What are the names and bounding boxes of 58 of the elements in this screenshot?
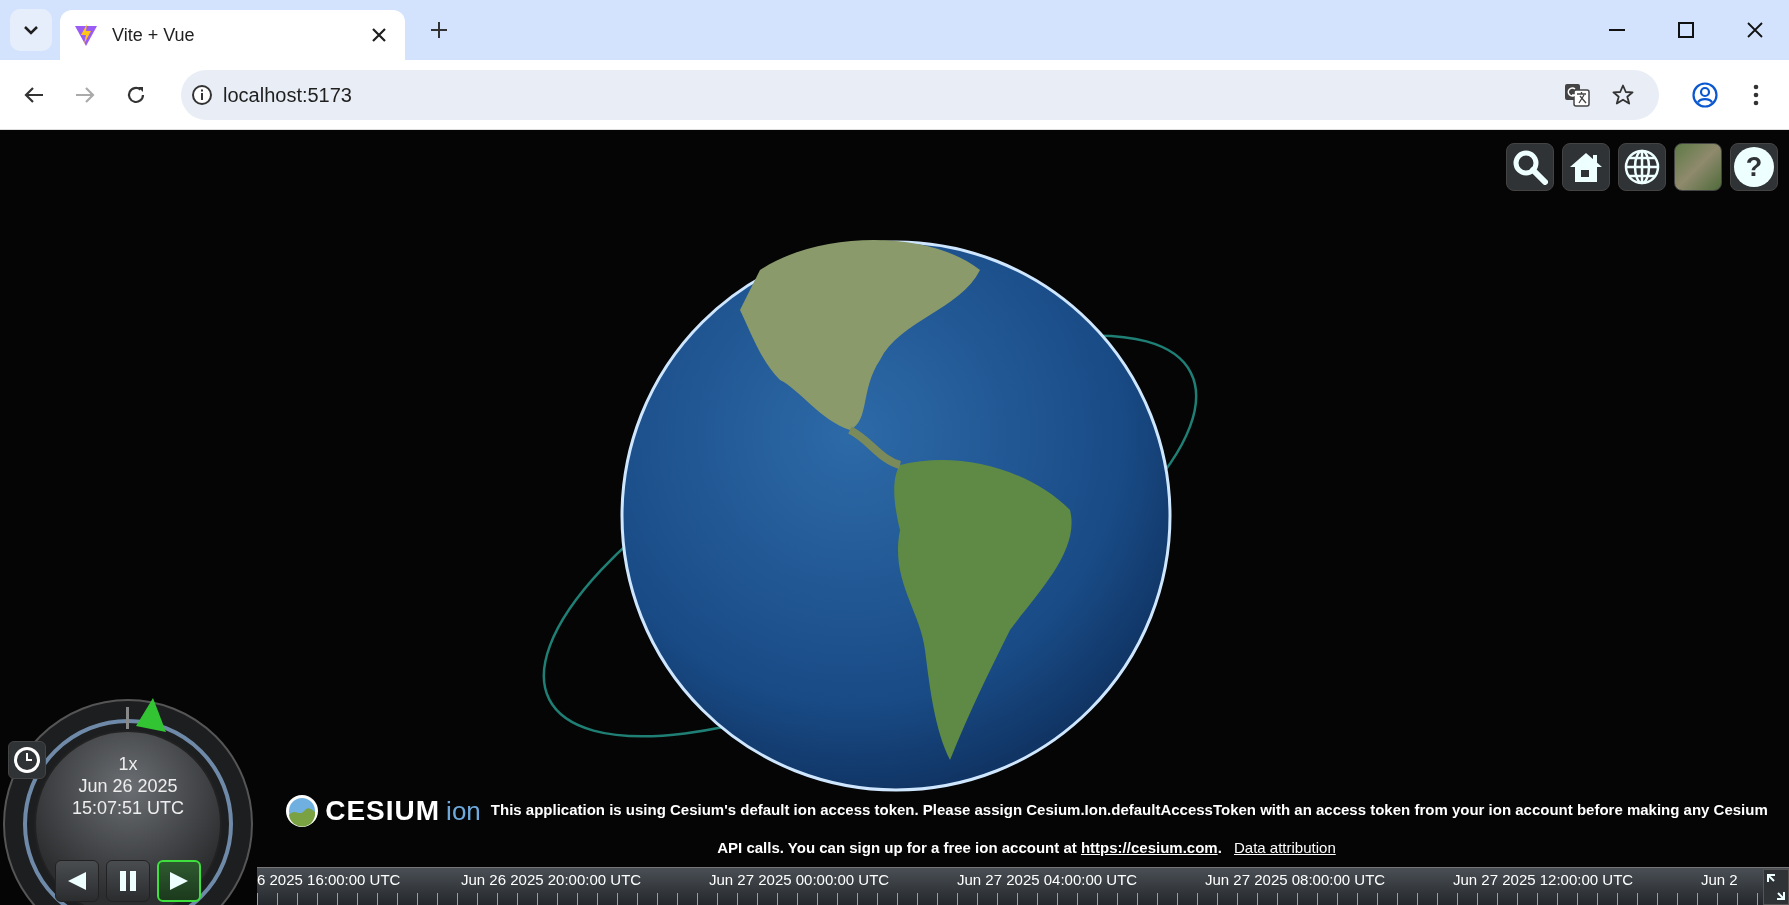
more-vertical-icon bbox=[1752, 83, 1759, 106]
pause-button[interactable] bbox=[106, 860, 150, 902]
close-icon bbox=[1746, 22, 1763, 38]
info-icon bbox=[191, 83, 213, 106]
help-button[interactable]: ? bbox=[1730, 143, 1778, 191]
timeline-label: 6 2025 16:00:00 UTC bbox=[257, 870, 401, 890]
map-viewer[interactable] bbox=[0, 130, 1789, 905]
scene-mode-button[interactable] bbox=[1618, 143, 1666, 191]
tab-title: Vite + Vue bbox=[112, 23, 196, 47]
pause-icon bbox=[119, 871, 137, 891]
close-icon bbox=[372, 28, 386, 42]
reload-icon bbox=[125, 84, 146, 105]
url-text: localhost:5173 bbox=[223, 82, 353, 108]
reverse-button[interactable] bbox=[55, 860, 99, 902]
time-text: 15:07:51 UTC bbox=[71, 797, 185, 819]
play-button[interactable] bbox=[157, 860, 201, 902]
data-attribution-link[interactable]: Data attribution bbox=[1234, 839, 1336, 856]
browser-tab[interactable]: Vite + Vue bbox=[60, 10, 405, 60]
home-icon bbox=[1569, 151, 1603, 183]
globe-icon bbox=[1623, 148, 1661, 186]
forward-arrow-icon bbox=[74, 85, 95, 104]
speed-text: 1x bbox=[118, 753, 138, 775]
cesium-logo-icon bbox=[285, 794, 320, 829]
translate-icon bbox=[1564, 82, 1590, 107]
maximize-icon bbox=[1677, 22, 1694, 38]
timeline-label: Jun 26 2025 20:00:00 UTC bbox=[461, 870, 642, 890]
shuttle-ring[interactable]: 1x Jun 26 2025 15:07:51 UTC bbox=[3, 699, 253, 905]
play-icon bbox=[169, 871, 189, 891]
search-icon bbox=[1512, 149, 1548, 185]
back-arrow-icon bbox=[23, 85, 44, 104]
credit-message: This application is using Cesium's default ion access token. Please assign Cesium.Ion.defaultAccessToken with an access token from your ion account before making any Cesium API calls. You can sign up for a free ion account at https://cesium.com. Data attribution bbox=[490, 801, 1768, 856]
expand-icon bbox=[1766, 873, 1786, 901]
vite-logo-icon bbox=[74, 23, 98, 47]
star-icon bbox=[1612, 83, 1634, 106]
timeline-label: Jun 27 2025 00:00:00 UTC bbox=[709, 870, 890, 890]
timeline-label: Jun 27 2025 04:00:00 UTC bbox=[957, 870, 1138, 890]
tab-search-button[interactable] bbox=[10, 9, 52, 51]
search-button[interactable] bbox=[1506, 143, 1554, 191]
fullscreen-button[interactable] bbox=[1763, 869, 1789, 905]
clock-icon bbox=[12, 745, 42, 775]
profile-icon bbox=[1691, 81, 1718, 108]
home-button[interactable] bbox=[1562, 143, 1610, 191]
timeline[interactable]: 6 2025 16:00:00 UTC Jun 26 2025 20:00:00 UTC Jun 27 2025 00:00:00 UTC Jun 27 2025 04:00:00 UTC Jun 27 2025 08:00:00 UTC Jun 27 2025 12:00:00 UTC Jun 2 bbox=[257, 867, 1789, 905]
logo-wordmark: CESIUM bbox=[325, 797, 441, 826]
logo-suffix: ion bbox=[446, 798, 481, 825]
timeline-label: Jun 27 2025 08:00:00 UTC bbox=[1205, 870, 1386, 890]
address-bar[interactable]: localhost:5173 bbox=[181, 69, 1659, 120]
play-reverse-icon bbox=[67, 871, 87, 891]
shuttle-needle-icon[interactable] bbox=[135, 697, 167, 733]
minimize-icon bbox=[1608, 29, 1625, 31]
date-text: Jun 26 2025 bbox=[78, 775, 178, 797]
plus-icon bbox=[430, 21, 448, 39]
cesium-link[interactable]: https://cesium.com bbox=[1080, 839, 1218, 856]
chevron-down-icon bbox=[24, 25, 38, 35]
clock-button[interactable] bbox=[8, 741, 46, 779]
imagery-picker-button[interactable] bbox=[1674, 143, 1722, 191]
timeline-label: Jun 27 2025 12:00:00 UTC bbox=[1453, 870, 1634, 890]
timeline-label: Jun 2 bbox=[1701, 870, 1738, 890]
